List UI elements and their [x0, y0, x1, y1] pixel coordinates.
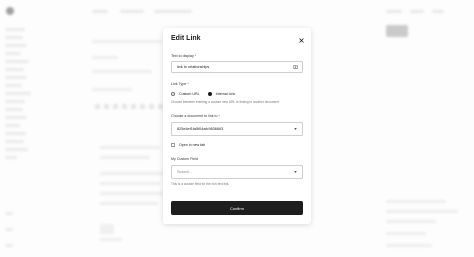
- link-type-label-text: Link Type: [171, 82, 187, 86]
- custom-field-label: My Custom Field: [171, 157, 198, 161]
- required-marker: *: [187, 82, 189, 86]
- link-type-help: Choose between entering a custom new URL…: [171, 100, 280, 104]
- open-new-tab-checkbox[interactable]: [171, 143, 175, 147]
- required-marker: *: [194, 54, 197, 58]
- document-select[interactable]: 825e4ef1fa5f04afc9636663: [171, 122, 303, 136]
- required-marker: *: [218, 114, 220, 118]
- contact-card-icon: [293, 65, 298, 69]
- custom-field-help: This is a custom field for the rich text…: [171, 182, 230, 186]
- text-to-display-input[interactable]: link to relationships: [171, 61, 303, 73]
- radio-custom-url[interactable]: Custom URL: [171, 91, 200, 96]
- open-new-tab-checkbox-row[interactable]: Open in new tab: [171, 143, 205, 147]
- close-icon: [299, 38, 304, 43]
- dropdown-toggle[interactable]: [293, 127, 298, 132]
- document-select-value: 825e4ef1fa5f04afc9636663: [177, 127, 224, 131]
- text-to-display-label-text: Text to display: [171, 54, 194, 58]
- radio-button-selected[interactable]: [207, 91, 212, 96]
- caret-down-icon: [294, 171, 297, 173]
- dialog-title: Edit Link: [171, 35, 201, 42]
- radio-custom-url-label: Custom URL: [179, 91, 200, 96]
- dropdown-toggle[interactable]: [293, 170, 298, 175]
- open-new-tab-label: Open in new tab: [179, 143, 206, 147]
- confirm-button[interactable]: Confirm: [171, 201, 303, 215]
- close-button[interactable]: [298, 37, 305, 44]
- caret-down-icon: [294, 128, 297, 130]
- radio-internal-link[interactable]: Internal Link: [207, 91, 236, 96]
- text-to-display-label: Text to display*: [171, 54, 196, 58]
- edit-link-dialog: Edit Link Text to display* link to relat…: [163, 28, 311, 224]
- link-type-label: Link Type*: [171, 82, 189, 86]
- custom-field-select[interactable]: Search...: [171, 165, 303, 179]
- custom-field-placeholder: Search...: [177, 170, 193, 174]
- radio-button-unselected[interactable]: [171, 91, 175, 96]
- link-type-radio-group: Custom URL Internal Link: [171, 91, 243, 96]
- document-label-text: Choose a document to link to: [171, 114, 218, 118]
- field-action-icon[interactable]: [293, 65, 298, 70]
- radio-internal-link-label: Internal Link: [215, 91, 236, 96]
- confirm-button-label: Confirm: [229, 205, 244, 211]
- text-to-display-value: link to relationships: [177, 65, 210, 69]
- document-label: Choose a document to link to*: [171, 114, 220, 118]
